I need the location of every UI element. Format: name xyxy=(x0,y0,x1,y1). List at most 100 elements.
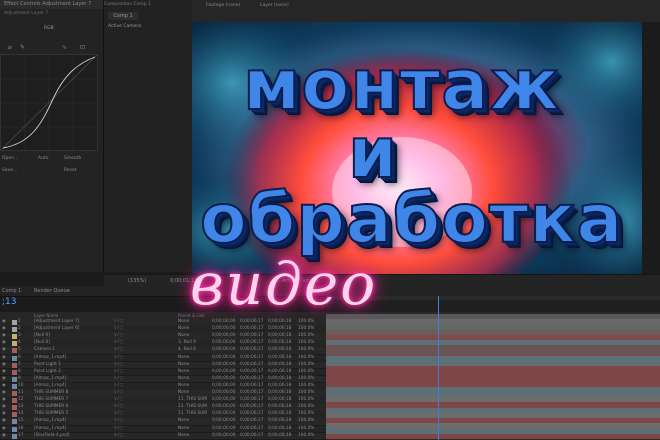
layer-name[interactable]: [Null 8] xyxy=(34,340,50,347)
eye-icon[interactable]: ◉ xyxy=(2,376,6,383)
layer-name[interactable]: [Adjustment Layer 7] xyxy=(34,319,79,326)
switches-icon: ⌇ ⁄ ◌ xyxy=(114,432,124,438)
layer-row[interactable]: ◉ 11 THIS SUMMER 8 ⌇ ⁄ ◌ None 0;00;00;00 0;00;… xyxy=(0,390,326,397)
label-swatch xyxy=(12,376,17,382)
label-swatch xyxy=(12,320,17,325)
curve-pen-icon[interactable]: ⌀ xyxy=(8,44,12,51)
eye-icon[interactable]: ◉ xyxy=(2,340,6,347)
layer-name[interactable]: [Null 9] xyxy=(34,333,50,340)
layer-name[interactable]: [Almaz_1.mp4] xyxy=(34,418,66,425)
auto-button[interactable]: Auto xyxy=(38,156,48,162)
eye-icon[interactable]: ◉ xyxy=(2,433,6,440)
smooth-button[interactable]: Smooth xyxy=(64,156,81,162)
layer-name[interactable]: [Almaz_1.mp4] xyxy=(34,426,66,433)
parent-select[interactable]: None xyxy=(178,319,189,326)
layer-out: 0;00;06;17 xyxy=(240,340,264,346)
layer-row[interactable]: ◉ 14 THIS SUMMER 5 ⌇ ⁄ ◌ 11. THIS SUM 0;00;00… xyxy=(0,411,326,418)
eye-icon[interactable]: ◉ xyxy=(2,362,6,369)
curves-graph[interactable] xyxy=(0,54,98,151)
eye-icon[interactable]: ◉ xyxy=(2,333,6,340)
layer-name[interactable]: THIS SUMMER 5 xyxy=(34,411,68,418)
layer-row[interactable]: ◉ 3 [Null 9] ⌇ ⁄ ◌ None 0;00;00;00 0;00;06;17 0… xyxy=(0,333,326,340)
layer-row[interactable]: ◉ 12 THIS SUMMER 7 ⌇ ⁄ ◌ 11. THIS SUM 0;00;00… xyxy=(0,397,326,404)
layer-name[interactable]: [Almaz_1.mp4] xyxy=(34,355,66,362)
parent-select[interactable]: 11. THIS SUM xyxy=(178,404,207,411)
parent-select[interactable]: None xyxy=(178,383,189,390)
tab-comp-1[interactable]: Comp 1 xyxy=(108,12,138,20)
curve-smooth-icon[interactable]: ∿ xyxy=(62,44,67,51)
layer-row[interactable]: ◉ 1 [Adjustment Layer 7] ⌇ ⁄ ◌ None 0;00;00;0… xyxy=(0,319,326,326)
effect-controls-tab[interactable]: Effect Controls Adjustment Layer 7 xyxy=(0,0,103,9)
playhead[interactable] xyxy=(438,296,439,440)
parent-select[interactable]: 3. Null 9 xyxy=(178,340,196,347)
parent-select[interactable]: None xyxy=(178,333,189,340)
parent-select[interactable]: 4. Null 8 xyxy=(178,347,196,354)
layer-row[interactable]: ◉ 5 Camera 1 ⌇ ⁄ ◌ 4. Null 8 0;00;00;00 0;00;0… xyxy=(0,347,326,355)
channel-select[interactable]: RGB xyxy=(44,26,54,32)
eye-icon[interactable]: ◉ xyxy=(2,355,6,362)
layer-row[interactable]: ◉ 9 [Almaz_1.mp4] ⌇ ⁄ ◌ None 0;00;00;00 0;00;0… xyxy=(0,375,326,383)
track-bar[interactable] xyxy=(326,433,660,440)
footage-tab[interactable]: Footage (none) xyxy=(206,3,240,9)
layer-row[interactable]: ◉ 16 [Almaz_1.mp4] ⌇ ⁄ ◌ None 0;00;00;00 0;00;… xyxy=(0,425,326,433)
eye-icon[interactable]: ◉ xyxy=(2,426,6,433)
layer-row[interactable]: ◉ 8 Point Light 2 ⌇ ⁄ ◌ None 0;00;00;00 0;00;0… xyxy=(0,368,326,376)
eye-icon[interactable]: ◉ xyxy=(2,369,6,376)
layer-duration: 0;00;06;18 xyxy=(268,340,292,346)
layer-row[interactable]: ◉ 7 Point Light 1 ⌇ ⁄ ◌ None 0;00;00;00 0;00;0… xyxy=(0,361,326,369)
eye-icon[interactable]: ◉ xyxy=(2,404,6,411)
layer-name[interactable]: THIS SUMMER 7 xyxy=(34,397,68,404)
layer-in: 0;00;00;00 xyxy=(212,382,236,388)
layer-in: 0;00;00;00 xyxy=(212,319,236,324)
layer-stretch: 100.0% xyxy=(298,347,315,353)
open-button[interactable]: Open... xyxy=(2,156,18,162)
save-button[interactable]: Save... xyxy=(2,168,17,174)
layer-row[interactable]: ◉ 13 THIS SUMMER 6 ⌇ ⁄ ◌ 11. THIS SUM 0;00;00… xyxy=(0,404,326,411)
parent-select[interactable]: None xyxy=(178,418,189,425)
parent-select[interactable]: None xyxy=(178,376,189,383)
layer-out: 0;00;06;17 xyxy=(240,411,264,417)
parent-select[interactable]: None xyxy=(178,326,189,333)
layer-name[interactable]: [Almaz_1.mp4] xyxy=(34,376,66,383)
layer-row[interactable]: ◉ 2 [Adjustment Layer 6] ⌇ ⁄ ◌ None 0;00;00;0… xyxy=(0,326,326,333)
tab-render-queue[interactable]: Render Queue xyxy=(34,286,70,296)
layer-name[interactable]: Point Light 1 xyxy=(34,362,61,369)
parent-select[interactable]: None xyxy=(178,355,189,362)
layer-row[interactable]: ◉ 17 [StarField-4.psd] ⌇ ⁄ ◌ None 0;00;00;00 0… xyxy=(0,432,326,440)
layer-out: 0;00;06;17 xyxy=(240,382,264,388)
curve-points-icon[interactable]: ⊡ xyxy=(80,44,85,51)
eye-icon[interactable]: ◉ xyxy=(2,319,6,326)
parent-select[interactable]: None xyxy=(178,433,189,440)
parent-select[interactable]: None xyxy=(178,390,189,397)
layer-name[interactable]: [StarField-4.psd] xyxy=(34,433,69,440)
layer-name[interactable]: [Almaz_1.mp4] xyxy=(34,383,66,390)
layer-row[interactable]: ◉ 4 [Null 8] ⌇ ⁄ ◌ 3. Null 9 0;00;00;00 0;00;0… xyxy=(0,340,326,347)
layer-row[interactable]: ◉ 6 [Almaz_1.mp4] ⌇ ⁄ ◌ None 0;00;00;00 0;00;0… xyxy=(0,354,326,362)
current-time[interactable]: ;13 xyxy=(0,296,102,308)
tab-timeline-comp[interactable]: Comp 1 xyxy=(2,286,21,296)
parent-select[interactable]: 11. THIS SUM xyxy=(178,411,207,418)
layer-name[interactable]: Camera 1 xyxy=(34,347,55,354)
layer-row[interactable]: ◉ 10 [Almaz_1.mp4] ⌇ ⁄ ◌ None 0;00;00;00 0;00;… xyxy=(0,382,326,390)
layer-name[interactable]: THIS SUMMER 8 xyxy=(34,390,68,397)
eye-icon[interactable]: ◉ xyxy=(2,390,6,397)
layer-name[interactable]: [Adjustment Layer 6] xyxy=(34,326,79,333)
eye-icon[interactable]: ◉ xyxy=(2,347,6,354)
layer-out: 0;00;06;17 xyxy=(240,361,264,367)
eye-icon[interactable]: ◉ xyxy=(2,418,6,425)
parent-select[interactable]: None xyxy=(178,369,189,376)
parent-select[interactable]: None xyxy=(178,426,189,433)
parent-select[interactable]: None xyxy=(178,362,189,369)
layer-name[interactable]: THIS SUMMER 6 xyxy=(34,404,68,411)
eye-icon[interactable]: ◉ xyxy=(2,383,6,390)
layer-row[interactable]: ◉ 15 [Almaz_1.mp4] ⌇ ⁄ ◌ None 0;00;00;00 0;00;… xyxy=(0,418,326,426)
eye-icon[interactable]: ◉ xyxy=(2,397,6,404)
layer-tab[interactable]: Layer (none) xyxy=(260,3,289,9)
layer-name[interactable]: Point Light 2 xyxy=(34,369,61,376)
parent-select[interactable]: 11. THIS SUM xyxy=(178,397,207,404)
curve-pencil-icon[interactable]: ✎ xyxy=(20,44,25,51)
eye-icon[interactable]: ◉ xyxy=(2,411,6,418)
layer-name-header[interactable]: Layer Name xyxy=(34,312,58,319)
eye-icon[interactable]: ◉ xyxy=(2,326,6,333)
reset-button[interactable]: Reset xyxy=(64,168,77,174)
